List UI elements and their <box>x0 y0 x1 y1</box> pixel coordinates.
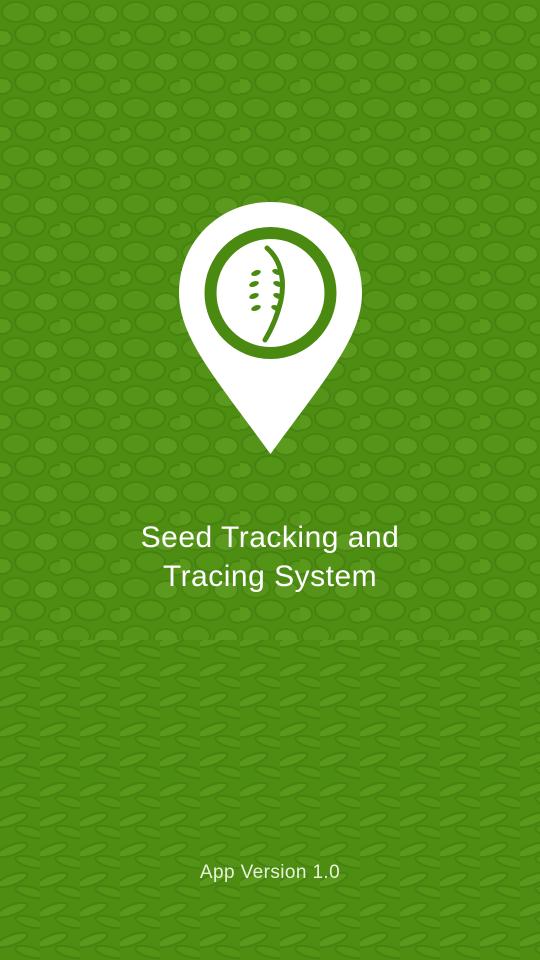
app-title: Seed Tracking and Tracing System <box>0 518 540 596</box>
seed-background-image <box>0 0 540 960</box>
app-version-label: App Version 1.0 <box>199 862 341 883</box>
splash-screen: Seed Tracking and Tracing System App Ver… <box>0 0 540 960</box>
seed-location-pin-icon <box>179 202 362 454</box>
app-title-line-1: Seed Tracking and <box>140 521 400 554</box>
app-title-line-2: Tracing System <box>162 560 378 593</box>
